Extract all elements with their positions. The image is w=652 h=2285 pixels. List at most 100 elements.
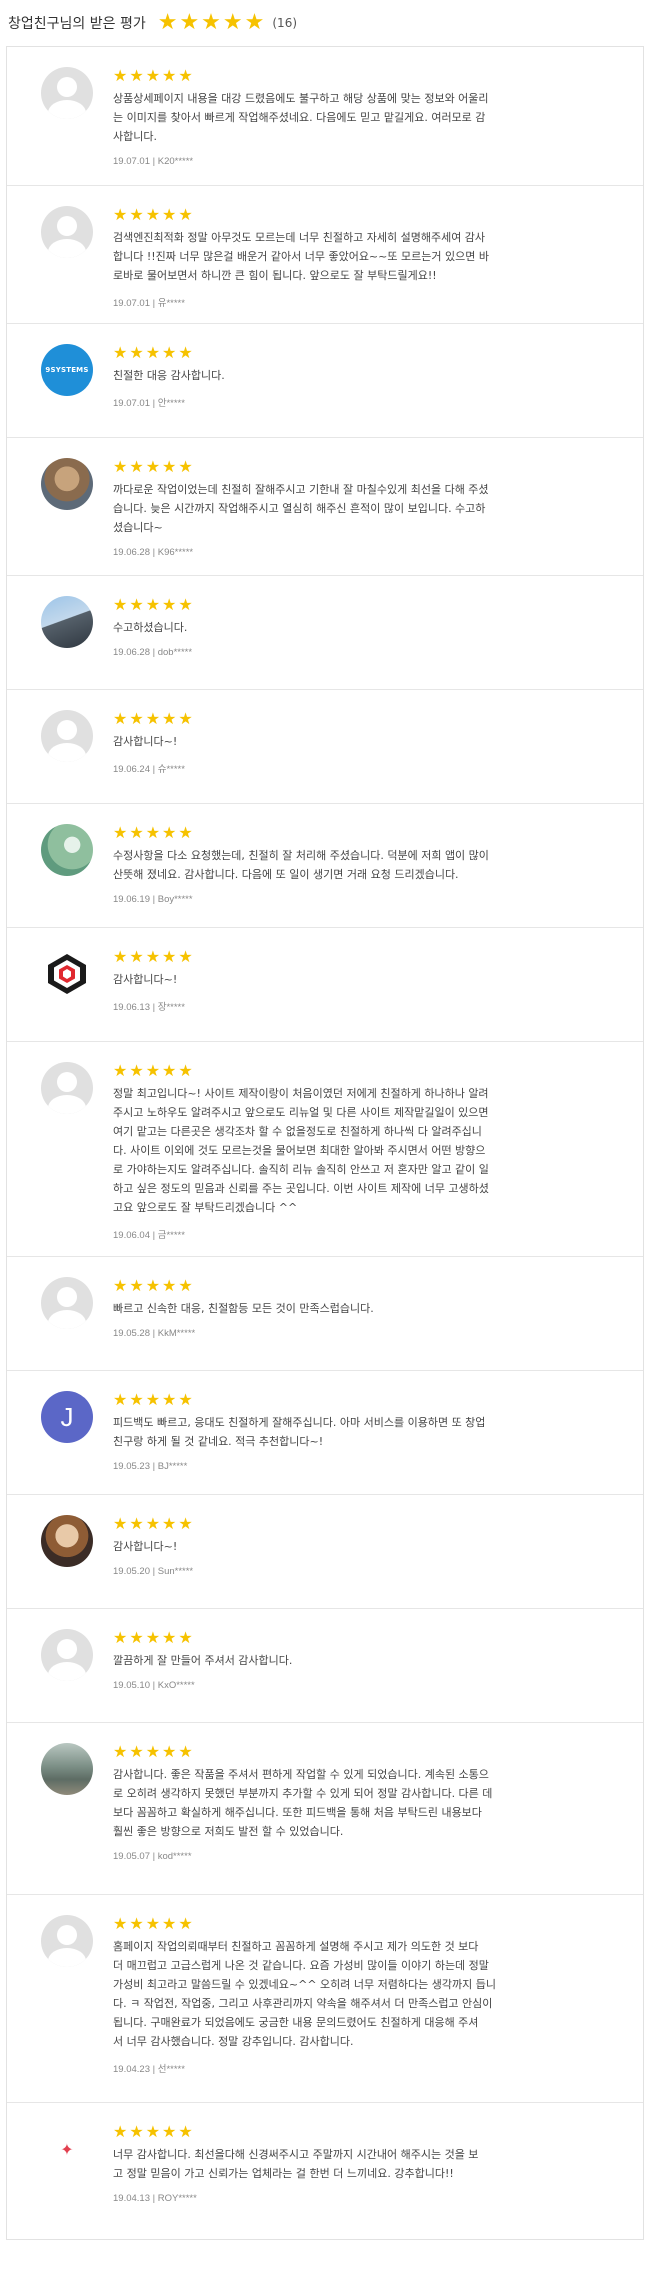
star-icon: ★ [145,1514,161,1533]
star-icon: ★ [129,709,144,728]
review-text: 상품상세페이지 내용을 대강 드렸음에도 불구하고 해당 상품에 맞는 정보와 … [113,92,489,143]
review-text: 감사합니다~! [113,973,178,986]
review-item: ★ ★ ★ ★ ★ 감사합니다~! 19.06.13 | 장***** [7,928,643,1042]
review-rating: ★ ★ ★ ★ ★ [113,1743,615,1761]
star-icon: ★ [113,947,128,966]
reviewer-avatar: 9SYSTEMS [41,344,93,396]
star-icon: ★ [129,66,144,85]
flamingo-icon: ✦ [60,2139,74,2159]
star-icon: ★ [162,457,177,476]
star-icon: ★ [145,1628,161,1647]
review-text: 수정사항을 다소 요청했는데, 친절히 잘 처리해 주셨습니다. 덕분에 저희 … [113,849,489,881]
reviewer-avatar: ✦ [41,2123,93,2175]
reviewer-avatar [41,710,93,762]
star-icon: ★ [145,457,161,476]
review-meta: 19.07.01 | 유***** [113,298,185,309]
review-text: 홈페이지 작업의뢰때부터 친절하고 꼼꼼하게 설명해 주시고 제가 의도한 것 … [113,1940,496,2048]
star-icon: ★ [113,343,128,362]
star-icon: ★ [113,595,128,614]
star-icon: ★ [178,1514,193,1533]
star-icon: ★ [145,1914,161,1933]
review-meta: 19.06.24 | 슈***** [113,764,185,775]
reviewer-avatar [41,948,93,1000]
review-text: 피드백도 빠르고, 응대도 친절하게 잘해주십니다. 아마 서비스를 이용하면 … [113,1416,486,1448]
reviewer-avatar [41,1277,93,1329]
review-meta: 19.05.10 | KxO***** [113,1680,195,1691]
review-rating: ★ ★ ★ ★ ★ [113,458,615,476]
star-icon: ★ [178,1628,193,1647]
star-icon: ★ [129,595,144,614]
star-icon: ★ [162,1742,177,1761]
star-icon: ★ [145,947,161,966]
review-item: ★ ★ ★ ★ ★ 홈페이지 작업의뢰때부터 친절하고 꼼꼼하게 설명해 주시고 제가 의… [7,1895,643,2103]
review-item: ★ ★ ★ ★ ★ 감사합니다~! 19.05.20 | Sun***** [7,1495,643,1609]
review-rating: ★ ★ ★ ★ ★ [113,1629,615,1647]
review-meta: 19.05.20 | Sun***** [113,1566,194,1577]
star-icon: ★ [157,10,178,35]
review-meta: 19.05.07 | kod***** [113,1851,192,1862]
review-rating: ★ ★ ★ ★ ★ [113,596,615,614]
review-rating: ★ ★ ★ ★ ★ [113,2123,615,2141]
star-icon: ★ [145,2122,161,2141]
review-count: (16) [272,16,298,30]
avatar-text: 9SYSTEMS [45,366,89,374]
review-rating: ★ ★ ★ ★ ★ [113,824,615,842]
star-icon: ★ [178,947,193,966]
star-icon: ★ [222,10,243,35]
star-icon: ★ [178,1061,193,1080]
review-item: ★ ★ ★ ★ ★ 수정사항을 다소 요청했는데, 친절히 잘 처리해 주셨습니다. 덕분… [7,804,643,928]
star-icon: ★ [178,1914,193,1933]
star-icon: ★ [113,205,128,224]
star-icon: ★ [244,10,265,35]
star-icon: ★ [113,457,128,476]
star-icon: ★ [129,1390,144,1409]
star-icon: ★ [162,947,177,966]
star-icon: ★ [129,1914,144,1933]
review-text: 검색엔진최적화 정말 아무것도 모르는데 너무 친절하고 자세히 설명해주세여 … [113,231,489,282]
star-icon: ★ [178,1390,193,1409]
review-rating: ★ ★ ★ ★ ★ [113,206,615,224]
review-item: ★ ★ ★ ★ ★ 검색엔진최적화 정말 아무것도 모르는데 너무 친절하고 자세히 설명… [7,186,643,324]
review-meta: 19.06.28 | K96***** [113,547,194,558]
star-icon: ★ [145,1061,161,1080]
reviewer-avatar [41,1062,93,1114]
review-rating: ★ ★ ★ ★ ★ [113,1915,615,1933]
star-icon: ★ [162,595,177,614]
star-icon: ★ [145,205,161,224]
star-icon: ★ [179,10,200,35]
star-icon: ★ [178,66,193,85]
review-rating: ★ ★ ★ ★ ★ [113,1391,615,1409]
star-icon: ★ [178,457,193,476]
reviews-header: 창업친구님의 받은 평가 ★ ★ ★ ★ ★ (16) [0,0,652,46]
review-item: ★ ★ ★ ★ ★ 정말 최고입니다~! 사이트 제작이랑이 처음이였던 저에게 친절하게… [7,1042,643,1257]
star-icon: ★ [113,1514,128,1533]
star-icon: ★ [145,1390,161,1409]
reviewer-avatar [41,458,93,510]
review-meta: 19.06.28 | dob***** [113,647,193,658]
review-item: ★ ★ ★ ★ ★ 까다로운 작업이었는데 친절히 잘해주시고 기한내 잘 마칠수있게 최… [7,438,643,576]
star-icon: ★ [178,595,193,614]
star-icon: ★ [113,66,128,85]
page-title: 창업친구님의 받은 평가 [8,16,146,32]
star-icon: ★ [113,1628,128,1647]
review-list: ★ ★ ★ ★ ★ 상품상세페이지 내용을 대강 드렸음에도 불구하고 해당 상품에 맞는… [6,46,644,2240]
review-meta: 19.04.23 | 선***** [113,2064,185,2075]
star-icon: ★ [129,1628,144,1647]
star-icon: ★ [201,10,221,35]
star-icon: ★ [162,823,177,842]
reviewer-avatar [41,1743,93,1795]
review-text: 감사합니다. 좋은 작품을 주셔서 편하게 작업할 수 있게 되었습니다. 계속… [113,1768,493,1838]
overall-rating: ★ ★ ★ ★ ★ [158,12,265,34]
star-icon: ★ [129,823,144,842]
reviewer-avatar [41,67,93,119]
review-item: ★ ★ ★ ★ ★ 상품상세페이지 내용을 대강 드렸음에도 불구하고 해당 상품에 맞는… [7,47,643,186]
reviewer-avatar [41,824,93,876]
cube-logo-icon [48,954,86,994]
review-rating: ★ ★ ★ ★ ★ [113,1515,615,1533]
review-meta: 19.06.19 | Boy***** [113,894,193,905]
star-icon: ★ [162,1914,177,1933]
star-icon: ★ [113,1914,128,1933]
star-icon: ★ [113,709,128,728]
star-icon: ★ [162,1628,177,1647]
star-icon: ★ [162,2122,177,2141]
